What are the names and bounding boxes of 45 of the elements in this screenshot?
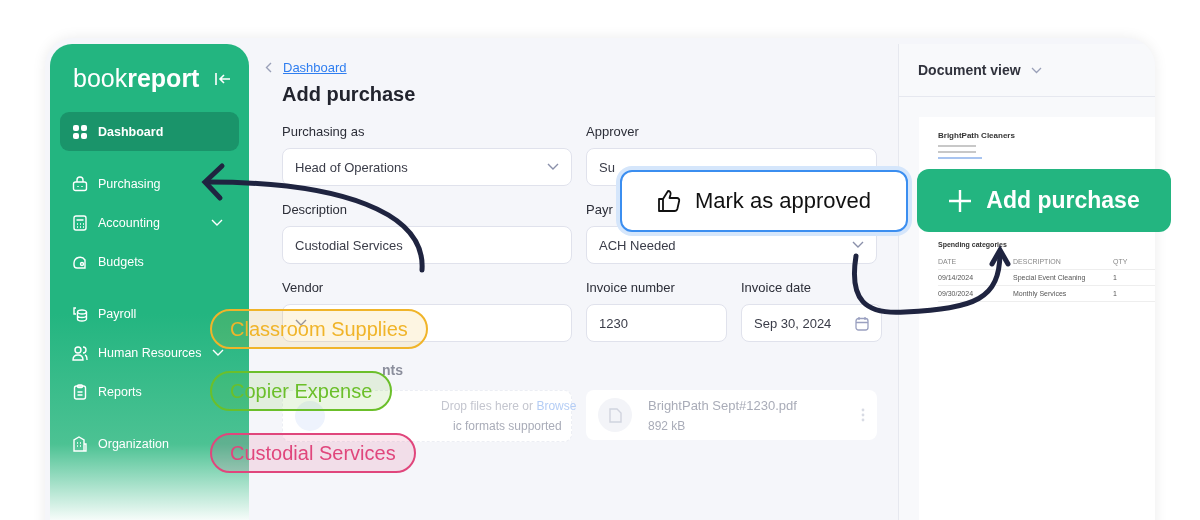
date-field[interactable]: Sep 30, 2024 [741,304,882,342]
sidebar-item[interactable]: Reports [60,372,142,411]
file-name: BrightPath Sept#1230.pdf [648,397,798,413]
calendar-icon [855,315,869,331]
clipboard-icon [72,383,88,400]
field-label: Vendor [282,280,324,295]
page-title: Add purchase [282,83,417,106]
collapse-icon[interactable] [215,71,231,86]
grid-icon [72,123,88,140]
field-label: Payr [586,202,613,217]
people-icon [72,344,88,361]
thumbs-up-icon [656,189,681,213]
file-icon [598,398,632,432]
coins-icon [72,305,88,322]
file-size: 892 kB [648,418,687,433]
field-label: Purchasing as [282,124,365,139]
breadcrumb-link[interactable]: Dashboard [283,60,347,75]
logo: bookreport [73,64,200,93]
select-field[interactable]: Head of Operations [282,148,572,186]
chevron-left-icon [265,62,272,73]
field-label: Description [282,202,348,217]
sidebar-item[interactable]: Accounting [60,203,223,242]
input-field[interactable]: 1230 [586,304,727,342]
add-purchase-button[interactable]: Add purchase [917,169,1171,232]
sidebar-item[interactable]: Organization [60,424,169,463]
sidebar-item[interactable]: Purchasing [60,164,161,203]
chevron-down-icon[interactable] [1030,66,1042,74]
address-lines-drawing [938,145,982,159]
building-icon [72,435,88,452]
input-field[interactable]: Custodial Services [282,226,572,264]
calculator-icon [72,214,88,231]
basket-icon [72,175,88,192]
field-label: Invoice date [741,280,812,295]
company-name: BrightPath Cleaners [938,131,1016,140]
field-label: Approver [586,124,639,139]
chevron-down-icon [547,163,559,171]
chevron-down-icon [852,241,864,249]
panel-title: Document view [918,62,1021,78]
file-card[interactable]: BrightPath Sept#1230.pdf 892 kB [586,390,877,440]
sidebar-item[interactable]: Payroll [60,294,137,333]
field-label: Invoice number [586,280,675,295]
sidebar-item[interactable]: Budgets [60,242,144,281]
sidebar-item[interactable]: Dashboard [60,112,239,151]
more-icon[interactable] [861,408,865,422]
upload-hint: ic formats supported [452,419,563,433]
